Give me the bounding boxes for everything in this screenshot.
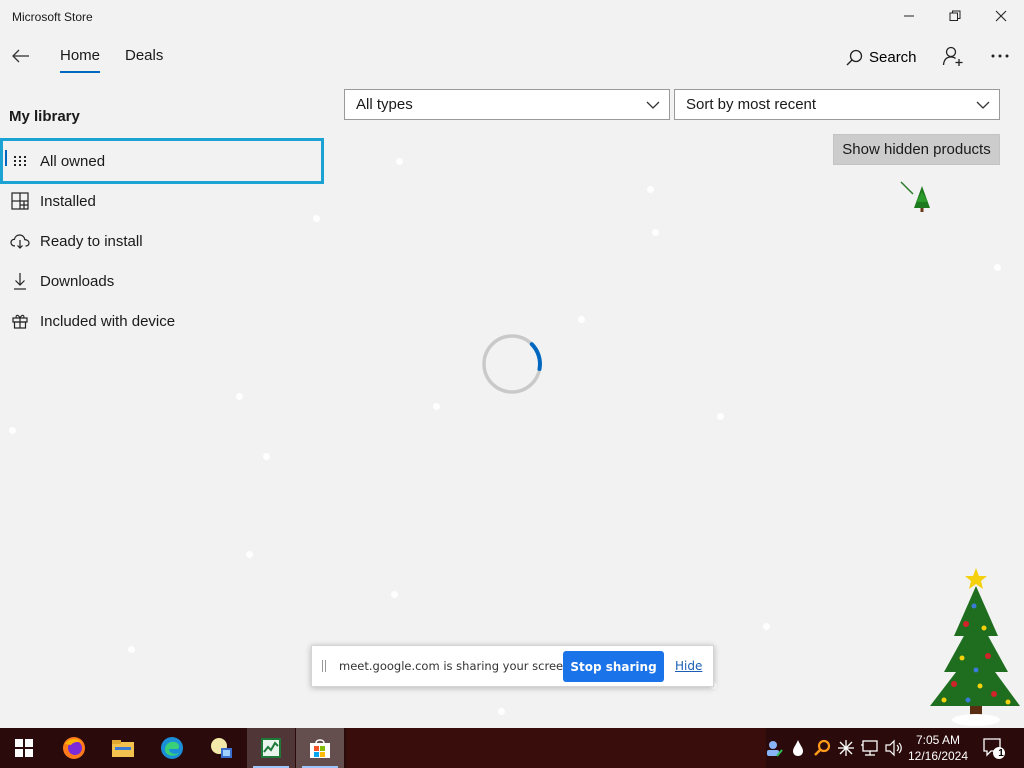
taskbar-task-manager[interactable] xyxy=(247,728,295,768)
app-title: Microsoft Store xyxy=(12,10,93,24)
close-icon xyxy=(995,10,1007,22)
snowflake xyxy=(647,186,654,193)
taskbar-file-explorer[interactable] xyxy=(99,728,147,768)
minimize-button[interactable] xyxy=(886,0,932,32)
snowflake xyxy=(263,453,270,460)
gift-icon xyxy=(10,311,30,331)
sidebar-item-label: Included with device xyxy=(40,312,176,330)
sidebar-item-downloads[interactable]: Downloads xyxy=(0,261,324,301)
sort-dropdown[interactable]: Sort by most recent xyxy=(674,89,1000,120)
tray-search-icon[interactable] xyxy=(812,738,832,758)
tab-deals[interactable]: Deals xyxy=(125,47,163,64)
store-icon xyxy=(310,739,330,758)
snowflake xyxy=(246,551,253,558)
windows-start-icon xyxy=(15,739,33,757)
file-explorer-icon xyxy=(112,740,134,757)
snowflake xyxy=(313,215,320,222)
snowflake xyxy=(433,403,440,410)
loading-spinner xyxy=(482,334,542,394)
tray-user-icon[interactable] xyxy=(764,738,784,758)
christmas-tree-decoration xyxy=(900,181,930,212)
edge-icon xyxy=(161,737,183,759)
search-icon xyxy=(846,49,863,65)
taskbar-edge[interactable] xyxy=(148,728,196,768)
restore-icon xyxy=(949,10,961,21)
sidebar-item-included-with-device[interactable]: Included with device xyxy=(0,301,324,341)
start-button[interactable] xyxy=(0,728,48,768)
sidebar-item-label: Installed xyxy=(40,192,96,210)
snowflake xyxy=(763,623,770,630)
library-heading: My library xyxy=(9,108,80,125)
notification-count: 1 xyxy=(998,748,1004,759)
sidebar-item-label: All owned xyxy=(40,152,106,170)
screen-share-banner: meet.google.com is sharing your screen. … xyxy=(311,645,714,687)
taskbar-clock[interactable]: 7:05 AM 12/16/2024 xyxy=(900,732,976,764)
snowflake xyxy=(578,316,585,323)
firefox-icon xyxy=(63,737,85,759)
grid-dots-icon xyxy=(10,151,30,171)
clock-time: 7:05 AM xyxy=(915,733,961,747)
snowflake xyxy=(128,646,135,653)
taskbar-app[interactable] xyxy=(197,728,245,768)
nav-bar: Home Deals Search xyxy=(0,34,1024,80)
snowflake xyxy=(236,393,243,400)
notification-button[interactable]: 1 xyxy=(982,736,1006,760)
back-arrow-icon xyxy=(12,49,29,63)
taskbar: 7:05 AM 12/16/2024 1 xyxy=(0,728,1024,768)
clock-date: 12/16/2024 xyxy=(907,749,969,763)
chevron-down-icon xyxy=(646,101,660,109)
type-filter-dropdown[interactable]: All types xyxy=(344,89,670,120)
chevron-down-icon xyxy=(976,101,990,109)
hide-link[interactable]: Hide xyxy=(675,659,702,673)
apps-grid-icon xyxy=(10,191,30,211)
drag-handle-icon[interactable] xyxy=(322,660,326,672)
sidebar-item-label: Ready to install xyxy=(40,232,143,250)
restore-button[interactable] xyxy=(932,0,978,32)
christmas-tree-decoration xyxy=(930,568,1020,726)
task-manager-icon xyxy=(261,738,281,758)
cloud-download-icon xyxy=(10,231,30,251)
sort-value: Sort by most recent xyxy=(686,96,817,113)
add-user-icon xyxy=(942,46,963,66)
sidebar-item-installed[interactable]: Installed xyxy=(0,181,324,221)
type-filter-value: All types xyxy=(356,96,413,113)
search-button[interactable]: Search xyxy=(846,46,917,68)
minimize-icon xyxy=(904,15,914,17)
snowflake xyxy=(498,708,505,715)
snowflake xyxy=(391,591,398,598)
snowflake xyxy=(994,264,1001,271)
tray-drop-icon[interactable] xyxy=(788,738,808,758)
close-button[interactable] xyxy=(978,0,1024,32)
snowflake xyxy=(652,229,659,236)
download-arrow-icon xyxy=(10,271,30,291)
search-label: Search xyxy=(869,48,917,66)
network-icon[interactable] xyxy=(860,738,880,758)
sidebar-item-label: Downloads xyxy=(40,272,115,290)
sidebar-item-ready-to-install[interactable]: Ready to install xyxy=(0,221,324,261)
snowflake xyxy=(717,413,724,420)
share-status-text: meet.google.com is sharing your screen. xyxy=(339,659,575,673)
taskbar-firefox[interactable] xyxy=(50,728,98,768)
tab-home[interactable]: Home xyxy=(60,47,101,73)
stop-sharing-button[interactable]: Stop sharing xyxy=(563,651,664,682)
sidebar-item-all-owned[interactable]: All owned xyxy=(0,138,324,184)
taskbar-store[interactable] xyxy=(296,728,344,768)
show-hidden-products-button[interactable]: Show hidden products xyxy=(833,134,1000,165)
more-options-button[interactable] xyxy=(986,42,1014,70)
app-icon xyxy=(211,738,232,758)
taskbar-wallpaper-region xyxy=(346,728,766,768)
back-button[interactable] xyxy=(8,42,34,70)
snowflake xyxy=(396,158,403,165)
tray-snow-icon[interactable] xyxy=(836,738,856,758)
snowflake xyxy=(9,427,16,434)
title-bar: Microsoft Store xyxy=(0,0,1024,34)
account-button[interactable] xyxy=(940,42,966,70)
more-dots-icon xyxy=(991,54,1009,58)
